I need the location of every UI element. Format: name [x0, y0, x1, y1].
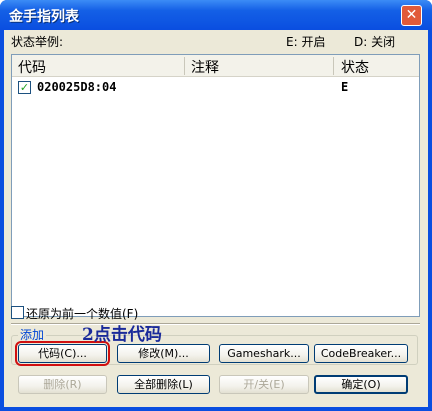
window-title: 金手指列表 [9, 9, 79, 25]
modify-button[interactable]: 修改(M)... [117, 344, 210, 363]
codebreaker-button[interactable]: CodeBreaker... [314, 344, 408, 363]
list-header: 代码 注释 状态 [12, 55, 419, 77]
column-header-code[interactable]: 代码 [18, 57, 46, 77]
row-checkbox[interactable]: ✓ [18, 81, 31, 94]
row-code: 020025D8:04 [37, 80, 117, 94]
annotation-text: 2点击代码 [82, 325, 162, 345]
status-example-label: 状态举例: [11, 35, 64, 49]
column-header-status[interactable]: 状态 [341, 57, 369, 77]
add-code-button[interactable]: 代码(C)... [15, 341, 110, 366]
status-off-legend: D: 关闭 [354, 35, 396, 49]
column-divider[interactable] [333, 57, 334, 75]
status-on-legend: E: 开启 [286, 35, 326, 49]
cheat-list-window: 金手指列表 ✕ 状态举例: E: 开启 D: 关闭 代码 注释 状态 ✓ 020… [0, 0, 432, 411]
cheat-list[interactable]: 代码 注释 状态 ✓ 020025D8:04 E [11, 54, 420, 317]
column-divider[interactable] [184, 57, 185, 75]
close-icon: ✕ [405, 7, 418, 23]
checkmark-icon: ✓ [19, 81, 30, 94]
delete-button[interactable]: 删除(R) [18, 375, 107, 394]
ok-button[interactable]: 确定(O) [314, 375, 408, 394]
delete-all-button[interactable]: 全部删除(L) [117, 375, 210, 394]
close-button[interactable]: ✕ [401, 5, 422, 26]
title-bar[interactable]: 金手指列表 ✕ [0, 0, 432, 30]
add-group-label: 添加 [18, 326, 47, 343]
restore-checkbox-box[interactable] [11, 306, 24, 319]
toggle-button[interactable]: 开/关(E) [219, 375, 309, 394]
row-status: E [341, 80, 349, 94]
gameshark-button[interactable]: Gameshark... [219, 344, 309, 363]
divider [11, 323, 420, 325]
column-header-note[interactable]: 注释 [191, 57, 219, 77]
dialog-body: 状态举例: E: 开启 D: 关闭 代码 注释 状态 ✓ 020025D8:04… [4, 30, 428, 407]
